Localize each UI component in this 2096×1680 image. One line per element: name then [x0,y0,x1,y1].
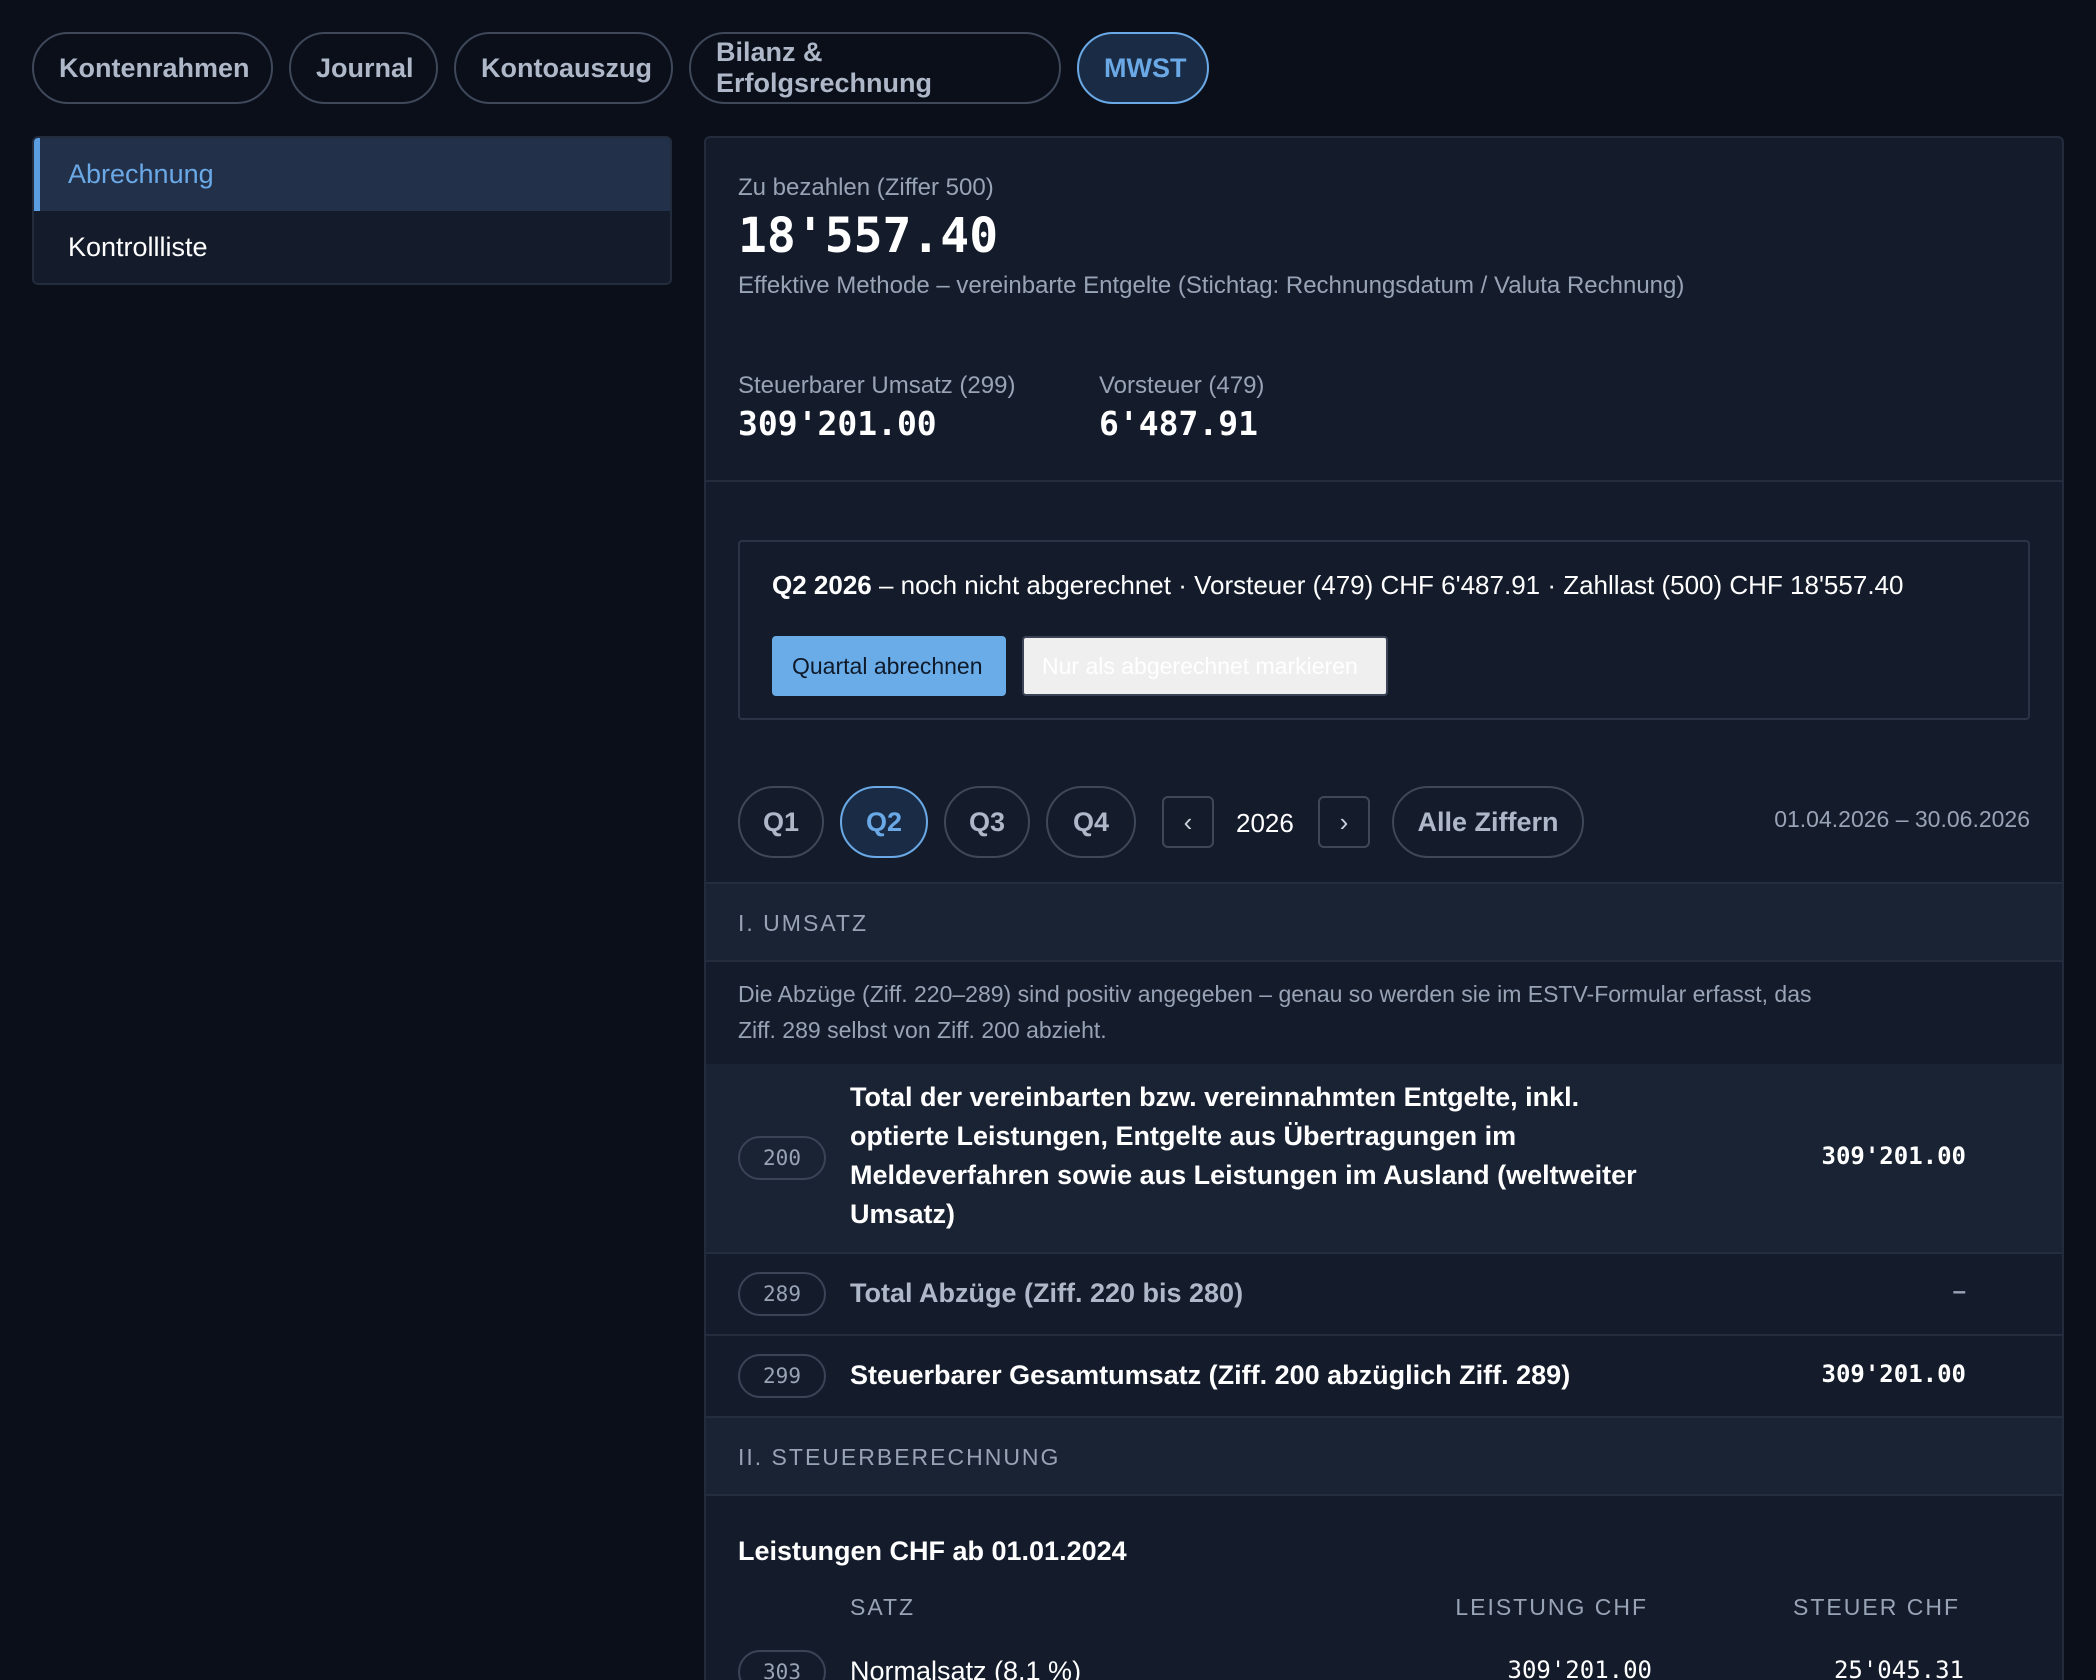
payable-label: Zu bezahlen (Ziffer 500) [738,174,994,201]
row-service-value: 309'201.00 [1507,1656,1653,1680]
notice-period: Q2 2026 [772,570,872,600]
tab-mwst[interactable]: MWST [1077,32,1209,104]
table-row: 299 Steuerbarer Gesamtumsatz (Ziff. 200 … [706,1336,2062,1416]
quarter-q2-button[interactable]: Q2 [840,786,928,858]
code-badge-text: 299 [763,1364,801,1388]
code-badge: 299 [738,1354,826,1398]
divider [706,960,2062,962]
quarter-status-notice: Q2 2026 – noch nicht abgerechnet · Vorst… [738,540,2030,720]
divider [706,480,2062,482]
code-badge-text: 303 [763,1660,801,1680]
tab-bilanz-erfolgsrechnung[interactable]: Bilanz & Erfolgsrechnung [689,32,1061,104]
column-header-rate: SATZ [850,1594,916,1620]
notice-detail: – noch nicht abgerechnet · Vorsteuer (47… [871,570,1904,600]
section-steuerberechnung-heading: II. STEUERBERECHNUNG [706,1418,2062,1496]
turnover-label: Steuerbarer Umsatz (299) [738,372,1016,399]
services-subheading: Leistungen CHF ab 01.01.2024 [738,1536,1127,1566]
settle-quarter-button[interactable]: Quartal abrechnen [772,636,1006,696]
method-description: Effektive Methode – vereinbarte Entgelte… [738,272,1685,299]
quarter-q4-button[interactable]: Q4 [1046,786,1136,858]
sidebar-item-kontrollliste[interactable]: Kontrollliste [34,211,670,283]
section-umsatz-heading: I. UMSATZ [706,884,2062,962]
row-label: Total der vereinbarten bzw. vereinnahmte… [850,1082,1637,1229]
top-tab-bar: Kontenrahmen Journal Kontoauszug Bilanz … [32,32,1209,104]
quarter-q3-button[interactable]: Q3 [944,786,1030,858]
notice-text: Q2 2026 – noch nicht abgerechnet · Vorst… [772,570,1903,601]
row-value: 309'201.00 [1821,1360,1967,1388]
quarter-q1-button[interactable]: Q1 [738,786,824,858]
year-display: 2026 [1236,808,1294,838]
row-value: 309'201.00 [1821,1142,1967,1170]
code-badge-text: 200 [763,1146,801,1170]
deductions-info: Die Abzüge (Ziff. 220–289) sind positiv … [738,981,1812,1043]
vat-return-panel: Zu bezahlen (Ziffer 500) 18'557.40 Effek… [704,136,2064,1680]
row-label: Steuerbarer Gesamtumsatz (Ziff. 200 abzü… [850,1360,1571,1390]
input-tax-amount: 6'487.91 [1099,404,1258,443]
chevron-left-icon[interactable]: ‹ [1162,796,1214,848]
sidebar-item-abrechnung[interactable]: Abrechnung [34,138,670,211]
chevron-right-icon[interactable]: › [1318,796,1370,848]
payable-amount: 18'557.40 [738,208,999,264]
tab-journal[interactable]: Journal [289,32,438,104]
input-tax-label: Vorsteuer (479) [1099,372,1265,399]
column-header-service: LEISTUNG CHF [1455,1594,1648,1620]
table-row: 303 Normalsatz (8.1 %) 309'201.00 25'045… [706,1640,2062,1680]
code-badge: 303 [738,1650,826,1680]
period-date-range: 01.04.2026 – 30.06.2026 [1774,806,2030,832]
table-row: 289 Total Abzüge (Ziff. 220 bis 280) – [706,1254,2062,1334]
turnover-amount: 309'201.00 [738,404,937,443]
all-codes-button[interactable]: Alle Ziffern [1392,786,1584,858]
table-row: 200 Total der vereinbarten bzw. vereinna… [706,1064,2062,1252]
column-header-tax: STEUER CHF [1793,1594,1960,1620]
row-label: Normalsatz (8.1 %) [850,1656,1082,1680]
code-badge: 200 [738,1136,826,1180]
row-label: Total Abzüge (Ziff. 220 bis 280) [850,1278,1244,1308]
row-tax-value: 25'045.31 [1833,1656,1964,1680]
code-badge-text: 289 [763,1282,801,1306]
sidebar: Abrechnung Kontrollliste [32,136,672,285]
mark-settled-button[interactable]: Nur als abgerechnet markieren [1022,636,1388,696]
row-value: – [1952,1278,1966,1305]
divider [706,1494,2062,1496]
tab-kontenrahmen[interactable]: Kontenrahmen [32,32,273,104]
tab-kontoauszug[interactable]: Kontoauszug [454,32,673,104]
code-badge: 289 [738,1272,826,1316]
